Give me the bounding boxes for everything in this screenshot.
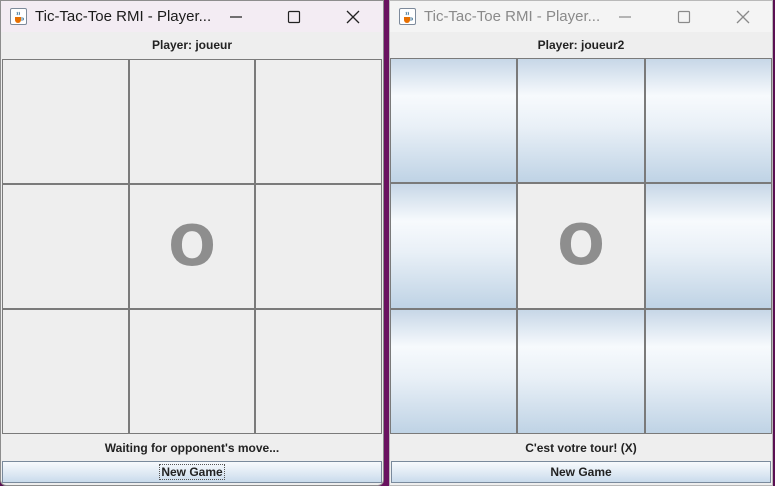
board-cell[interactable] <box>3 310 128 433</box>
minimize-button[interactable] <box>602 1 648 32</box>
board-cell[interactable] <box>518 309 644 433</box>
new-game-button[interactable]: New Game <box>391 461 771 483</box>
board-cell[interactable] <box>645 309 771 433</box>
board-cell[interactable] <box>391 309 517 433</box>
board-cell[interactable] <box>645 184 771 308</box>
game-window-player2: Tic-Tac-Toe RMI - Player... Player: joue… <box>389 0 773 486</box>
new-game-label: New Game <box>550 465 612 479</box>
java-cup-icon <box>399 8 416 25</box>
board-cell[interactable] <box>256 310 381 433</box>
board-cell[interactable] <box>256 185 381 308</box>
minimize-icon <box>619 15 631 18</box>
board-cell[interactable] <box>391 184 517 308</box>
board-cell[interactable] <box>645 59 771 183</box>
player-label: Player: joueur2 <box>537 38 625 52</box>
close-icon <box>346 10 360 23</box>
board-cell[interactable] <box>391 59 517 183</box>
game-window-player1: Tic-Tac-Toe RMI - Player... Player: joue… <box>0 0 384 486</box>
maximize-button[interactable] <box>661 1 707 32</box>
status-message: Waiting for opponent's move... <box>104 441 280 455</box>
board-cell[interactable] <box>518 59 644 183</box>
maximize-icon <box>677 10 691 23</box>
maximize-button[interactable] <box>271 1 317 32</box>
status-message: C'est votre tour! (X) <box>525 441 637 455</box>
board-cell[interactable] <box>3 60 128 183</box>
java-cup-icon <box>10 8 27 25</box>
game-board: O <box>2 59 382 434</box>
title-bar[interactable]: Tic-Tac-Toe RMI - Player... <box>1 1 383 32</box>
close-button[interactable] <box>330 1 376 32</box>
board-cell[interactable] <box>129 310 255 433</box>
board-cell[interactable] <box>256 60 381 183</box>
board-cell[interactable]: O <box>518 184 644 308</box>
minimize-icon <box>230 15 242 18</box>
close-button[interactable] <box>720 1 766 32</box>
close-icon <box>736 10 750 23</box>
window-title: Tic-Tac-Toe RMI - Player... <box>35 8 212 25</box>
board-cell[interactable] <box>129 60 255 183</box>
maximize-icon <box>287 10 301 23</box>
player-label: Player: joueur <box>151 38 233 52</box>
new-game-button[interactable]: New Game <box>2 461 382 483</box>
game-board: O <box>390 58 772 434</box>
board-cell[interactable]: O <box>129 185 255 308</box>
new-game-label: New Game <box>159 464 225 480</box>
title-bar[interactable]: Tic-Tac-Toe RMI - Player... <box>390 1 772 32</box>
minimize-button[interactable] <box>213 1 259 32</box>
window-title: Tic-Tac-Toe RMI - Player... <box>424 8 601 25</box>
board-cell[interactable] <box>3 185 128 308</box>
